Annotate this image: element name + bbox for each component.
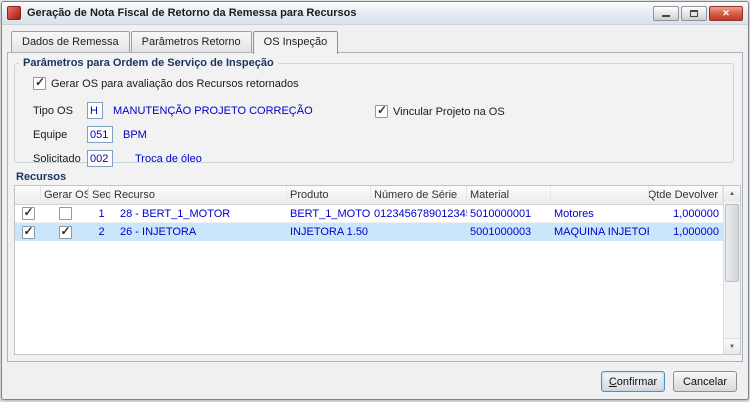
equipe-input[interactable] <box>87 126 113 143</box>
column-header-recurso[interactable]: Recurso <box>111 186 287 204</box>
gerar-os-checkbox-row: Gerar OS para avaliação dos Recursos ret… <box>33 77 299 90</box>
table-row[interactable]: 1 28 - BERT_1_MOTOR BERT_1_MOTOR 0123456… <box>15 205 740 223</box>
column-header-material[interactable]: Material <box>467 186 551 204</box>
solicitado-field-row: Solicitado Troca de óleo <box>33 150 202 167</box>
row-gerar-os-checkbox[interactable] <box>59 207 72 220</box>
row-gerar-os-checkbox[interactable] <box>59 226 72 239</box>
cell-produto: INJETORA 1.50 <box>287 226 371 238</box>
cell-material-desc: Motores <box>551 208 649 220</box>
table-row[interactable]: 2 26 - INJETORA INJETORA 1.50 5001000003… <box>15 223 740 241</box>
gerar-os-checkbox[interactable] <box>33 77 46 90</box>
tipo-os-description: MANUTENÇÃO PROJETO CORREÇÃO <box>113 105 313 117</box>
tipo-os-input[interactable] <box>87 102 103 119</box>
column-header-material-desc[interactable] <box>551 186 649 204</box>
cell-produto: BERT_1_MOTOR <box>287 208 371 220</box>
close-icon: ✕ <box>722 8 730 19</box>
vincular-projeto-checkbox-row: Vincular Projeto na OS <box>375 105 505 118</box>
params-groupbox: Parâmetros para Ordem de Serviço de Insp… <box>14 57 734 163</box>
vincular-projeto-checkbox[interactable] <box>375 105 388 118</box>
app-icon <box>7 6 21 20</box>
cell-material-code: 5001000003 <box>467 226 551 238</box>
cell-qtde-devolver: 1,000000 <box>649 226 723 238</box>
cell-material-desc: MAQUINA INJETORA <box>551 226 649 238</box>
cell-recurso: 28 - BERT_1_MOTOR <box>111 208 287 220</box>
cell-seq: 2 <box>89 226 111 238</box>
recursos-grid: Gerar OS Seq Recurso Produto Número de S… <box>14 185 741 355</box>
cell-numero-serie: 012345678901234567 <box>371 208 467 220</box>
tab-panel-os-inspecao: Parâmetros para Ordem de Serviço de Insp… <box>7 52 743 362</box>
cell-material-code: 5010000001 <box>467 208 551 220</box>
solicitado-label: Solicitado <box>33 153 87 165</box>
tab-strip: Dados de Remessa Parâmetros Retorno OS I… <box>11 31 339 52</box>
window-title: Geração de Nota Fiscal de Retorno da Rem… <box>27 7 357 19</box>
scroll-down-icon: ▼ <box>729 344 735 350</box>
dialog-button-row: Confirmar Cancelar <box>601 371 737 392</box>
column-header-select[interactable] <box>15 186 41 204</box>
tab-os-inspecao[interactable]: OS Inspeção <box>253 31 339 54</box>
recursos-grid-header: Gerar OS Seq Recurso Produto Número de S… <box>15 186 740 205</box>
equipe-label: Equipe <box>33 129 87 141</box>
confirmar-button[interactable]: Confirmar <box>601 371 665 392</box>
params-groupbox-title: Parâmetros para Ordem de Serviço de Insp… <box>19 57 278 69</box>
cancelar-button[interactable]: Cancelar <box>673 371 737 392</box>
vertical-scrollbar[interactable]: ▲ ▼ <box>723 186 740 354</box>
maximize-icon <box>690 10 698 17</box>
solicitado-input[interactable] <box>87 150 113 167</box>
scroll-up-button[interactable]: ▲ <box>724 186 740 202</box>
tipo-os-label: Tipo OS <box>33 105 87 117</box>
recursos-section-title: Recursos <box>16 171 66 183</box>
close-button[interactable]: ✕ <box>709 6 743 21</box>
row-select-checkbox[interactable] <box>22 207 35 220</box>
column-header-produto[interactable]: Produto <box>287 186 371 204</box>
scroll-down-button[interactable]: ▼ <box>724 338 740 354</box>
dialog-window: Geração de Nota Fiscal de Retorno da Rem… <box>1 1 749 400</box>
equipe-field-row: Equipe BPM <box>33 126 147 143</box>
window-controls: ✕ <box>653 6 743 21</box>
cell-qtde-devolver: 1,000000 <box>649 208 723 220</box>
minimize-icon <box>662 15 670 17</box>
cell-recurso: 26 - INJETORA <box>111 226 287 238</box>
column-header-qtde-devolver[interactable]: Qtde Devolver <box>649 186 723 204</box>
minimize-button[interactable] <box>653 6 679 21</box>
scrollbar-thumb[interactable] <box>725 204 739 282</box>
row-select-checkbox[interactable] <box>22 226 35 239</box>
column-header-numero-serie[interactable]: Número de Série <box>371 186 467 204</box>
tab-parametros-retorno[interactable]: Parâmetros Retorno <box>131 31 252 52</box>
vincular-projeto-checkbox-label: Vincular Projeto na OS <box>393 106 505 118</box>
cell-seq: 1 <box>89 208 111 220</box>
tipo-os-field-row: Tipo OS MANUTENÇÃO PROJETO CORREÇÃO <box>33 102 313 119</box>
maximize-button[interactable] <box>681 6 707 21</box>
solicitado-description: Troca de óleo <box>135 153 202 165</box>
equipe-description: BPM <box>123 129 147 141</box>
scroll-up-icon: ▲ <box>729 191 735 197</box>
tab-dados-de-remessa[interactable]: Dados de Remessa <box>11 31 130 52</box>
titlebar: Geração de Nota Fiscal de Retorno da Rem… <box>2 2 748 25</box>
gerar-os-checkbox-label: Gerar OS para avaliação dos Recursos ret… <box>51 78 299 90</box>
column-header-seq[interactable]: Seq <box>89 186 111 204</box>
column-header-gerar-os[interactable]: Gerar OS <box>41 186 89 204</box>
